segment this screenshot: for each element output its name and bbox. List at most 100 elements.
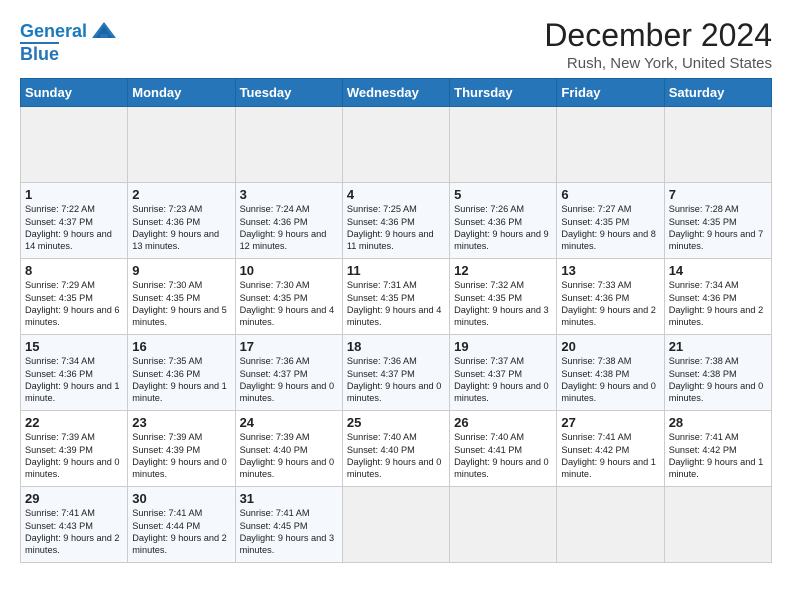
day-number: 11 [347, 263, 445, 278]
cell-content: Sunrise: 7:40 AM Sunset: 4:41 PM Dayligh… [454, 431, 552, 481]
calendar-cell: 4Sunrise: 7:25 AM Sunset: 4:36 PM Daylig… [342, 183, 449, 259]
logo: General Blue [20, 18, 118, 65]
day-number: 14 [669, 263, 767, 278]
day-header-sunday: Sunday [21, 79, 128, 107]
cell-content: Sunrise: 7:26 AM Sunset: 4:36 PM Dayligh… [454, 203, 552, 253]
cell-content: Sunrise: 7:33 AM Sunset: 4:36 PM Dayligh… [561, 279, 659, 329]
day-header-tuesday: Tuesday [235, 79, 342, 107]
page: General Blue December 2024 Rush, New Yor… [0, 0, 792, 612]
cell-content: Sunrise: 7:24 AM Sunset: 4:36 PM Dayligh… [240, 203, 338, 253]
calendar-cell: 16Sunrise: 7:35 AM Sunset: 4:36 PM Dayli… [128, 335, 235, 411]
day-number: 22 [25, 415, 123, 430]
day-number: 17 [240, 339, 338, 354]
calendar-cell: 30Sunrise: 7:41 AM Sunset: 4:44 PM Dayli… [128, 487, 235, 563]
calendar-week-row: 15Sunrise: 7:34 AM Sunset: 4:36 PM Dayli… [21, 335, 772, 411]
day-number: 5 [454, 187, 552, 202]
calendar-cell: 23Sunrise: 7:39 AM Sunset: 4:39 PM Dayli… [128, 411, 235, 487]
calendar-cell: 29Sunrise: 7:41 AM Sunset: 4:43 PM Dayli… [21, 487, 128, 563]
day-number: 23 [132, 415, 230, 430]
cell-content: Sunrise: 7:39 AM Sunset: 4:40 PM Dayligh… [240, 431, 338, 481]
cell-content: Sunrise: 7:39 AM Sunset: 4:39 PM Dayligh… [132, 431, 230, 481]
cell-content: Sunrise: 7:38 AM Sunset: 4:38 PM Dayligh… [669, 355, 767, 405]
calendar-cell [450, 107, 557, 183]
calendar-header-row: SundayMondayTuesdayWednesdayThursdayFrid… [21, 79, 772, 107]
day-number: 1 [25, 187, 123, 202]
calendar-cell: 19Sunrise: 7:37 AM Sunset: 4:37 PM Dayli… [450, 335, 557, 411]
cell-content: Sunrise: 7:37 AM Sunset: 4:37 PM Dayligh… [454, 355, 552, 405]
cell-content: Sunrise: 7:41 AM Sunset: 4:42 PM Dayligh… [669, 431, 767, 481]
day-number: 9 [132, 263, 230, 278]
calendar-cell [557, 487, 664, 563]
calendar-cell: 18Sunrise: 7:36 AM Sunset: 4:37 PM Dayli… [342, 335, 449, 411]
cell-content: Sunrise: 7:34 AM Sunset: 4:36 PM Dayligh… [669, 279, 767, 329]
calendar-cell: 7Sunrise: 7:28 AM Sunset: 4:35 PM Daylig… [664, 183, 771, 259]
header: General Blue December 2024 Rush, New Yor… [20, 18, 772, 72]
cell-content: Sunrise: 7:41 AM Sunset: 4:42 PM Dayligh… [561, 431, 659, 481]
calendar-cell [664, 487, 771, 563]
day-number: 29 [25, 491, 123, 506]
day-number: 31 [240, 491, 338, 506]
day-number: 20 [561, 339, 659, 354]
cell-content: Sunrise: 7:35 AM Sunset: 4:36 PM Dayligh… [132, 355, 230, 405]
day-number: 8 [25, 263, 123, 278]
cell-content: Sunrise: 7:40 AM Sunset: 4:40 PM Dayligh… [347, 431, 445, 481]
day-header-monday: Monday [128, 79, 235, 107]
calendar-cell [235, 107, 342, 183]
calendar-cell: 5Sunrise: 7:26 AM Sunset: 4:36 PM Daylig… [450, 183, 557, 259]
calendar-cell: 24Sunrise: 7:39 AM Sunset: 4:40 PM Dayli… [235, 411, 342, 487]
calendar-cell: 20Sunrise: 7:38 AM Sunset: 4:38 PM Dayli… [557, 335, 664, 411]
calendar-cell: 10Sunrise: 7:30 AM Sunset: 4:35 PM Dayli… [235, 259, 342, 335]
subtitle: Rush, New York, United States [544, 55, 772, 72]
day-number: 30 [132, 491, 230, 506]
calendar-week-row [21, 107, 772, 183]
calendar-cell [664, 107, 771, 183]
cell-content: Sunrise: 7:36 AM Sunset: 4:37 PM Dayligh… [240, 355, 338, 405]
day-number: 25 [347, 415, 445, 430]
calendar-cell: 6Sunrise: 7:27 AM Sunset: 4:35 PM Daylig… [557, 183, 664, 259]
day-number: 16 [132, 339, 230, 354]
calendar-cell: 21Sunrise: 7:38 AM Sunset: 4:38 PM Dayli… [664, 335, 771, 411]
calendar-cell: 9Sunrise: 7:30 AM Sunset: 4:35 PM Daylig… [128, 259, 235, 335]
calendar-cell: 31Sunrise: 7:41 AM Sunset: 4:45 PM Dayli… [235, 487, 342, 563]
cell-content: Sunrise: 7:25 AM Sunset: 4:36 PM Dayligh… [347, 203, 445, 253]
calendar-cell: 26Sunrise: 7:40 AM Sunset: 4:41 PM Dayli… [450, 411, 557, 487]
day-header-wednesday: Wednesday [342, 79, 449, 107]
day-number: 12 [454, 263, 552, 278]
day-number: 18 [347, 339, 445, 354]
logo-icon [90, 18, 118, 46]
calendar-cell: 3Sunrise: 7:24 AM Sunset: 4:36 PM Daylig… [235, 183, 342, 259]
day-number: 15 [25, 339, 123, 354]
calendar-cell: 17Sunrise: 7:36 AM Sunset: 4:37 PM Dayli… [235, 335, 342, 411]
day-number: 27 [561, 415, 659, 430]
logo-text: General [20, 22, 87, 42]
day-number: 2 [132, 187, 230, 202]
cell-content: Sunrise: 7:39 AM Sunset: 4:39 PM Dayligh… [25, 431, 123, 481]
day-number: 4 [347, 187, 445, 202]
day-number: 6 [561, 187, 659, 202]
cell-content: Sunrise: 7:41 AM Sunset: 4:44 PM Dayligh… [132, 507, 230, 557]
day-number: 26 [454, 415, 552, 430]
cell-content: Sunrise: 7:27 AM Sunset: 4:35 PM Dayligh… [561, 203, 659, 253]
calendar-week-row: 8Sunrise: 7:29 AM Sunset: 4:35 PM Daylig… [21, 259, 772, 335]
day-number: 28 [669, 415, 767, 430]
calendar-cell: 12Sunrise: 7:32 AM Sunset: 4:35 PM Dayli… [450, 259, 557, 335]
calendar-table: SundayMondayTuesdayWednesdayThursdayFrid… [20, 78, 772, 563]
day-number: 19 [454, 339, 552, 354]
cell-content: Sunrise: 7:34 AM Sunset: 4:36 PM Dayligh… [25, 355, 123, 405]
day-header-saturday: Saturday [664, 79, 771, 107]
day-number: 24 [240, 415, 338, 430]
calendar-cell: 8Sunrise: 7:29 AM Sunset: 4:35 PM Daylig… [21, 259, 128, 335]
calendar-cell: 15Sunrise: 7:34 AM Sunset: 4:36 PM Dayli… [21, 335, 128, 411]
cell-content: Sunrise: 7:31 AM Sunset: 4:35 PM Dayligh… [347, 279, 445, 329]
calendar-cell: 14Sunrise: 7:34 AM Sunset: 4:36 PM Dayli… [664, 259, 771, 335]
cell-content: Sunrise: 7:41 AM Sunset: 4:45 PM Dayligh… [240, 507, 338, 557]
main-title: December 2024 [544, 18, 772, 53]
cell-content: Sunrise: 7:30 AM Sunset: 4:35 PM Dayligh… [132, 279, 230, 329]
cell-content: Sunrise: 7:36 AM Sunset: 4:37 PM Dayligh… [347, 355, 445, 405]
calendar-cell [342, 487, 449, 563]
cell-content: Sunrise: 7:23 AM Sunset: 4:36 PM Dayligh… [132, 203, 230, 253]
day-number: 21 [669, 339, 767, 354]
cell-content: Sunrise: 7:30 AM Sunset: 4:35 PM Dayligh… [240, 279, 338, 329]
calendar-cell: 1Sunrise: 7:22 AM Sunset: 4:37 PM Daylig… [21, 183, 128, 259]
day-number: 3 [240, 187, 338, 202]
